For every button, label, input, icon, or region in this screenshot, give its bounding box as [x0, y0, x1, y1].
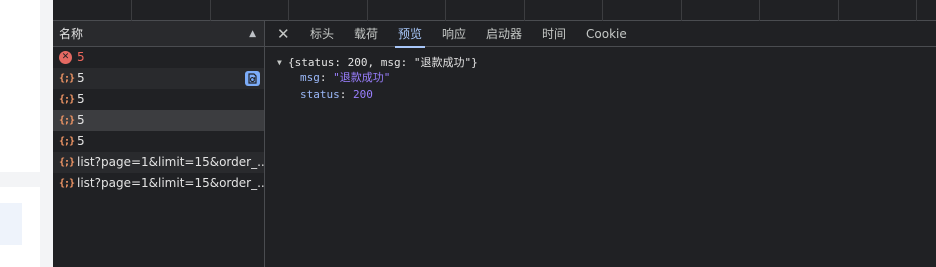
timeline-gridline: [602, 0, 603, 21]
tab-headers[interactable]: 标头: [310, 21, 334, 47]
json-icon: {;}: [59, 115, 75, 126]
json-summary-text: {status: 200, msg: "退款成功"}: [288, 56, 478, 69]
json-colon: :: [339, 88, 353, 101]
json-field-row: msg: "退款成功": [300, 70, 390, 86]
tab-cookies[interactable]: Cookie: [586, 21, 627, 47]
sort-ascending-icon[interactable]: ▲: [249, 21, 256, 47]
request-name: list?page=1&limit=15&order_...: [77, 155, 264, 169]
request-row[interactable]: {;} 5: [53, 68, 264, 89]
page-card: [0, 187, 40, 267]
json-field-row: status: 200: [300, 87, 373, 103]
timeline-gridline: [759, 0, 760, 21]
network-timeline-overview[interactable]: [53, 0, 936, 21]
request-name: 5: [77, 134, 85, 148]
request-name: 5: [77, 71, 85, 85]
timeline-gridline: [288, 0, 289, 21]
json-icon: {;}: [59, 178, 75, 189]
request-list: 名称 ▲ ✕ 5 {;} 5 {;} 5 {;} 5 {;} 5 {;} lis…: [53, 21, 265, 267]
json-icon: {;}: [59, 136, 75, 147]
request-name: 5: [77, 92, 85, 106]
json-number-value: 200: [353, 88, 373, 101]
json-icon: {;}: [59, 73, 75, 84]
request-row[interactable]: ✕ 5: [53, 47, 264, 68]
timeline-gridline: [367, 0, 368, 21]
detail-tabbar: ✕ 标头 载荷 预览 响应 启动器 时间 Cookie: [265, 21, 936, 48]
json-icon: {;}: [59, 94, 75, 105]
json-string-value: "退款成功": [333, 71, 391, 84]
page-card: [0, 0, 40, 172]
timeline-gridline: [445, 0, 446, 21]
timeline-gridline: [210, 0, 211, 21]
json-key: msg: [300, 71, 320, 84]
name-column-label: 名称: [59, 27, 84, 41]
refresh-overlay-icon[interactable]: [245, 71, 260, 86]
timeline-gridline: [131, 0, 132, 21]
request-row[interactable]: {;} 5: [53, 131, 264, 152]
error-icon: ✕: [59, 51, 72, 64]
expand-triangle-icon[interactable]: ▼: [277, 55, 288, 71]
devtools-network-panel: 名称 ▲ ✕ 5 {;} 5 {;} 5 {;} 5 {;} 5 {;} lis…: [53, 0, 936, 267]
page-card-inner: [0, 203, 22, 245]
timeline-gridline: [524, 0, 525, 21]
json-key: status: [300, 88, 340, 101]
json-root-summary[interactable]: ▼ {status: 200, msg: "退款成功"}: [277, 55, 478, 71]
timeline-gridline: [838, 0, 839, 21]
tab-initiator[interactable]: 启动器: [486, 21, 522, 47]
request-row[interactable]: {;} list?page=1&limit=15&order_...: [53, 152, 264, 173]
tab-timing[interactable]: 时间: [542, 21, 566, 47]
request-detail-panel: ✕ 标头 载荷 预览 响应 启动器 时间 Cookie ▼ {status: 20…: [265, 21, 936, 267]
request-name: 5: [77, 50, 85, 64]
page-content-strip: [0, 0, 53, 267]
request-row[interactable]: {;} list?page=1&limit=15&order_...: [53, 173, 264, 194]
request-name: 5: [77, 113, 85, 127]
timeline-gridline: [916, 0, 917, 21]
timeline-gridline: [681, 0, 682, 21]
tab-preview[interactable]: 预览: [394, 21, 426, 48]
json-colon: :: [319, 71, 334, 84]
request-row[interactable]: {;} 5: [53, 89, 264, 110]
request-row-selected[interactable]: {;} 5: [53, 110, 264, 131]
name-column-header[interactable]: 名称 ▲: [53, 21, 264, 47]
close-icon[interactable]: ✕: [277, 21, 290, 47]
request-name: list?page=1&limit=15&order_...: [77, 176, 264, 190]
json-icon: {;}: [59, 157, 75, 168]
tab-payload[interactable]: 载荷: [354, 21, 378, 47]
tab-response[interactable]: 响应: [442, 21, 466, 47]
